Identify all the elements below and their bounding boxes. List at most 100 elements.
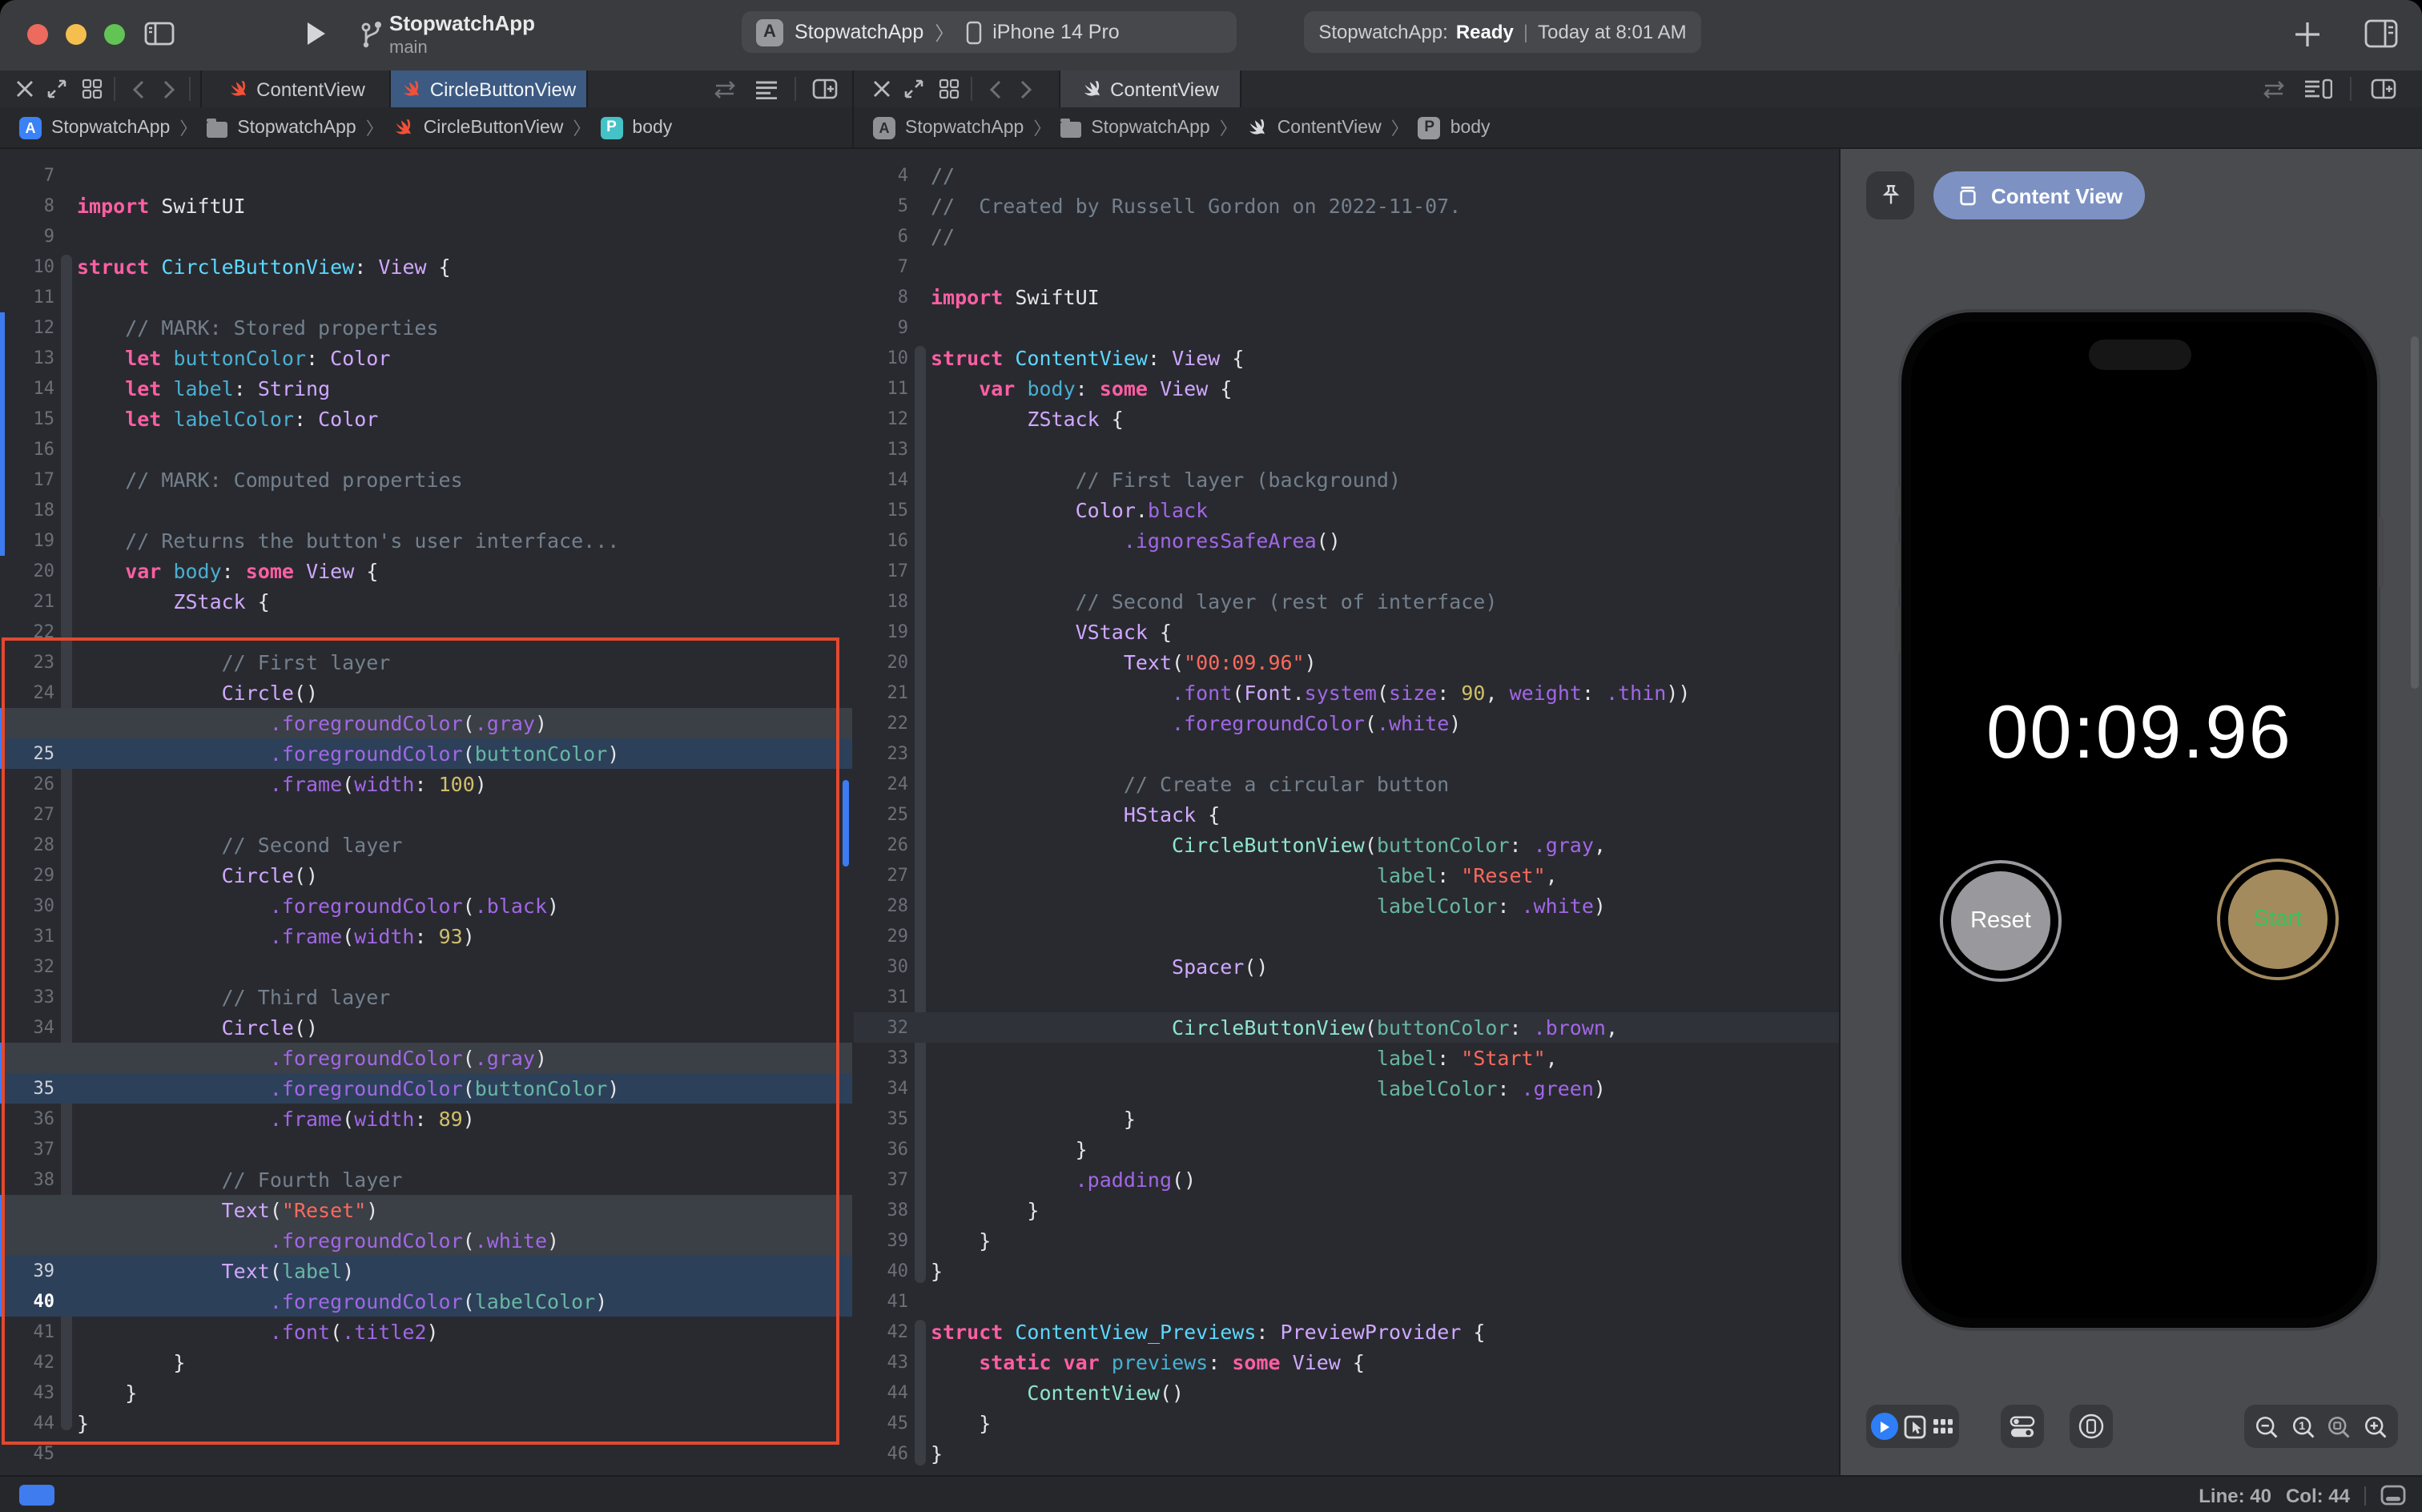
code-line-21[interactable]: 21 ZStack {: [0, 586, 852, 617]
breadcrumb-symbol[interactable]: body: [632, 118, 672, 137]
tab-contentview[interactable]: ContentView: [200, 70, 392, 107]
code-line-16[interactable]: 16: [0, 434, 852, 464]
code-line-22[interactable]: 22: [0, 617, 852, 647]
breadcrumb-file[interactable]: ContentView: [1277, 118, 1382, 137]
code-line-34[interactable]: 34 labelColor: .green): [854, 1073, 1839, 1104]
code-line-33[interactable]: 33 // Third layer: [0, 982, 852, 1012]
plus-icon[interactable]: [2294, 21, 2321, 48]
code-line-25[interactable]: 25 HStack {: [854, 799, 1839, 830]
code-line-18[interactable]: 18: [0, 495, 852, 525]
device-bezel-icon[interactable]: [2078, 1413, 2105, 1440]
code-right[interactable]: 4//5// Created by Russell Gordon on 2022…: [854, 149, 1839, 1475]
code-line-40[interactable]: 40 .foregroundColor(labelColor): [0, 1286, 852, 1317]
focus-editor-icon[interactable]: [42, 70, 70, 107]
breadcrumb-symbol[interactable]: body: [1450, 118, 1491, 137]
code-line-21[interactable]: 21 .font(Font.system(size: 90, weight: .…: [854, 678, 1839, 708]
window-close-button[interactable]: [27, 24, 48, 45]
code-line-7[interactable]: 7: [854, 251, 1839, 282]
code-line-10[interactable]: 10struct ContentView: View {: [854, 343, 1839, 373]
iphone-preview[interactable]: 00:09.96 Reset Start: [1898, 309, 2380, 1331]
scheme-selector[interactable]: A StopwatchApp 〉 iPhone 14 Pro: [742, 11, 1237, 53]
code-line-11[interactable]: 11: [0, 282, 852, 312]
split-editor-icon[interactable]: [2366, 70, 2401, 107]
sidebar-toggle-icon[interactable]: [144, 21, 175, 46]
back-chevron-icon[interactable]: [982, 70, 1008, 107]
code-line-36[interactable]: 36 }: [854, 1134, 1839, 1164]
code-line-40[interactable]: 40}: [854, 1256, 1839, 1286]
code-line-7[interactable]: 7: [0, 160, 852, 191]
code-line-37[interactable]: 37: [0, 1134, 852, 1164]
code-line[interactable]: .foregroundColor(.white): [0, 1225, 852, 1256]
run-destination[interactable]: iPhone 14 Pro: [992, 21, 1119, 43]
editor-circlebuttonview[interactable]: 78import SwiftUI910struct CircleButtonVi…: [0, 149, 852, 1475]
code-line-41[interactable]: 41: [854, 1286, 1839, 1317]
run-button[interactable]: [304, 21, 327, 46]
code-line-23[interactable]: 23 // First layer: [0, 647, 852, 678]
code-line-23[interactable]: 23: [854, 738, 1839, 769]
back-chevron-icon[interactable]: [125, 70, 151, 107]
code-line-8[interactable]: 8import SwiftUI: [0, 191, 852, 221]
scheme-name[interactable]: StopwatchApp: [795, 21, 923, 43]
code-line-46[interactable]: 46}: [854, 1438, 1839, 1469]
code-line-31[interactable]: 31: [854, 982, 1839, 1012]
device-settings-icon[interactable]: [2009, 1413, 2036, 1439]
code-line-14[interactable]: 14 let label: String: [0, 373, 852, 404]
code-line-14[interactable]: 14 // First layer (background): [854, 464, 1839, 495]
code-left[interactable]: 78import SwiftUI910struct CircleButtonVi…: [0, 149, 852, 1475]
zoom-fit-icon[interactable]: [2326, 1413, 2352, 1439]
code-line-47[interactable]: 47: [854, 1469, 1839, 1475]
code-line-27[interactable]: 27: [0, 799, 852, 830]
status-indicator-icon[interactable]: [19, 1485, 54, 1506]
preview-target-pill[interactable]: Content View: [1933, 171, 2145, 219]
code-line-29[interactable]: 29: [854, 921, 1839, 951]
display-icon[interactable]: [2380, 1485, 2406, 1506]
code-line-26[interactable]: 26 CircleButtonView(buttonColor: .gray,: [854, 830, 1839, 860]
app-screen[interactable]: 00:09.96 Reset Start: [1911, 322, 2368, 1318]
focus-editor-icon[interactable]: [899, 70, 927, 107]
code-line-20[interactable]: 20 Text("00:09.96"): [854, 647, 1839, 678]
code-line-10[interactable]: 10struct CircleButtonView: View {: [0, 251, 852, 282]
code-line-11[interactable]: 11 var body: some View {: [854, 373, 1839, 404]
start-button[interactable]: Start: [2217, 859, 2339, 980]
code-line-19[interactable]: 19 // Returns the button's user interfac…: [0, 525, 852, 556]
forward-chevron-icon[interactable]: [1014, 70, 1040, 107]
code-line[interactable]: .foregroundColor(.gray): [0, 708, 852, 738]
related-items-icon[interactable]: [708, 70, 740, 107]
window-minimize-button[interactable]: [66, 24, 86, 45]
selectable-mode-icon[interactable]: [1903, 1413, 1927, 1439]
split-editor-icon[interactable]: [807, 70, 843, 107]
code-line-15[interactable]: 15 let labelColor: Color: [0, 404, 852, 434]
breadcrumb[interactable]: A StopwatchApp 〉 StopwatchApp 〉 CircleBu…: [19, 115, 672, 140]
code-line-34[interactable]: 34 Circle(): [0, 1012, 852, 1043]
variants-grid-icon[interactable]: [1932, 1416, 1954, 1437]
code-line-32[interactable]: 32 CircleButtonView(buttonColor: .brown,: [854, 1012, 1839, 1043]
code-line-30[interactable]: 30 Spacer(): [854, 951, 1839, 982]
editor-layout-icon[interactable]: [2364, 19, 2398, 48]
code-line-31[interactable]: 31 .frame(width: 93): [0, 921, 852, 951]
breadcrumb-project[interactable]: StopwatchApp: [905, 118, 1024, 137]
code-line-39[interactable]: 39 Text(label): [0, 1256, 852, 1286]
code-line-4[interactable]: 4//: [854, 160, 1839, 191]
code-line-43[interactable]: 43 static var previews: some View {: [854, 1347, 1839, 1377]
code-line-26[interactable]: 26 .frame(width: 100): [0, 769, 852, 799]
zoom-100-icon[interactable]: 1: [2291, 1413, 2316, 1439]
code-line-39[interactable]: 39 }: [854, 1225, 1839, 1256]
breadcrumb-project[interactable]: StopwatchApp: [51, 118, 170, 137]
code-line-35[interactable]: 35 .foregroundColor(buttonColor): [0, 1073, 852, 1104]
close-icon[interactable]: [867, 70, 895, 107]
code-line-24[interactable]: 24 Circle(): [0, 678, 852, 708]
code-line-44[interactable]: 44 ContentView(): [854, 1377, 1839, 1408]
code-line-18[interactable]: 18 // Second layer (rest of interface): [854, 586, 1839, 617]
editor-list-icon[interactable]: [750, 70, 782, 107]
breadcrumb-group[interactable]: StopwatchApp: [1091, 118, 1209, 137]
code-line-36[interactable]: 36 .frame(width: 89): [0, 1104, 852, 1134]
code-line-15[interactable]: 15 Color.black: [854, 495, 1839, 525]
code-line-13[interactable]: 13 let buttonColor: Color: [0, 343, 852, 373]
scrollbar-thumb[interactable]: [843, 780, 849, 867]
code-line-35[interactable]: 35 }: [854, 1104, 1839, 1134]
zoom-in-icon[interactable]: [2362, 1413, 2388, 1439]
code-line-42[interactable]: 42 }: [0, 1347, 852, 1377]
pin-button[interactable]: [1866, 171, 1914, 219]
breadcrumb[interactable]: A StopwatchApp 〉 StopwatchApp 〉 ContentV…: [873, 115, 1491, 140]
code-line-13[interactable]: 13: [854, 434, 1839, 464]
